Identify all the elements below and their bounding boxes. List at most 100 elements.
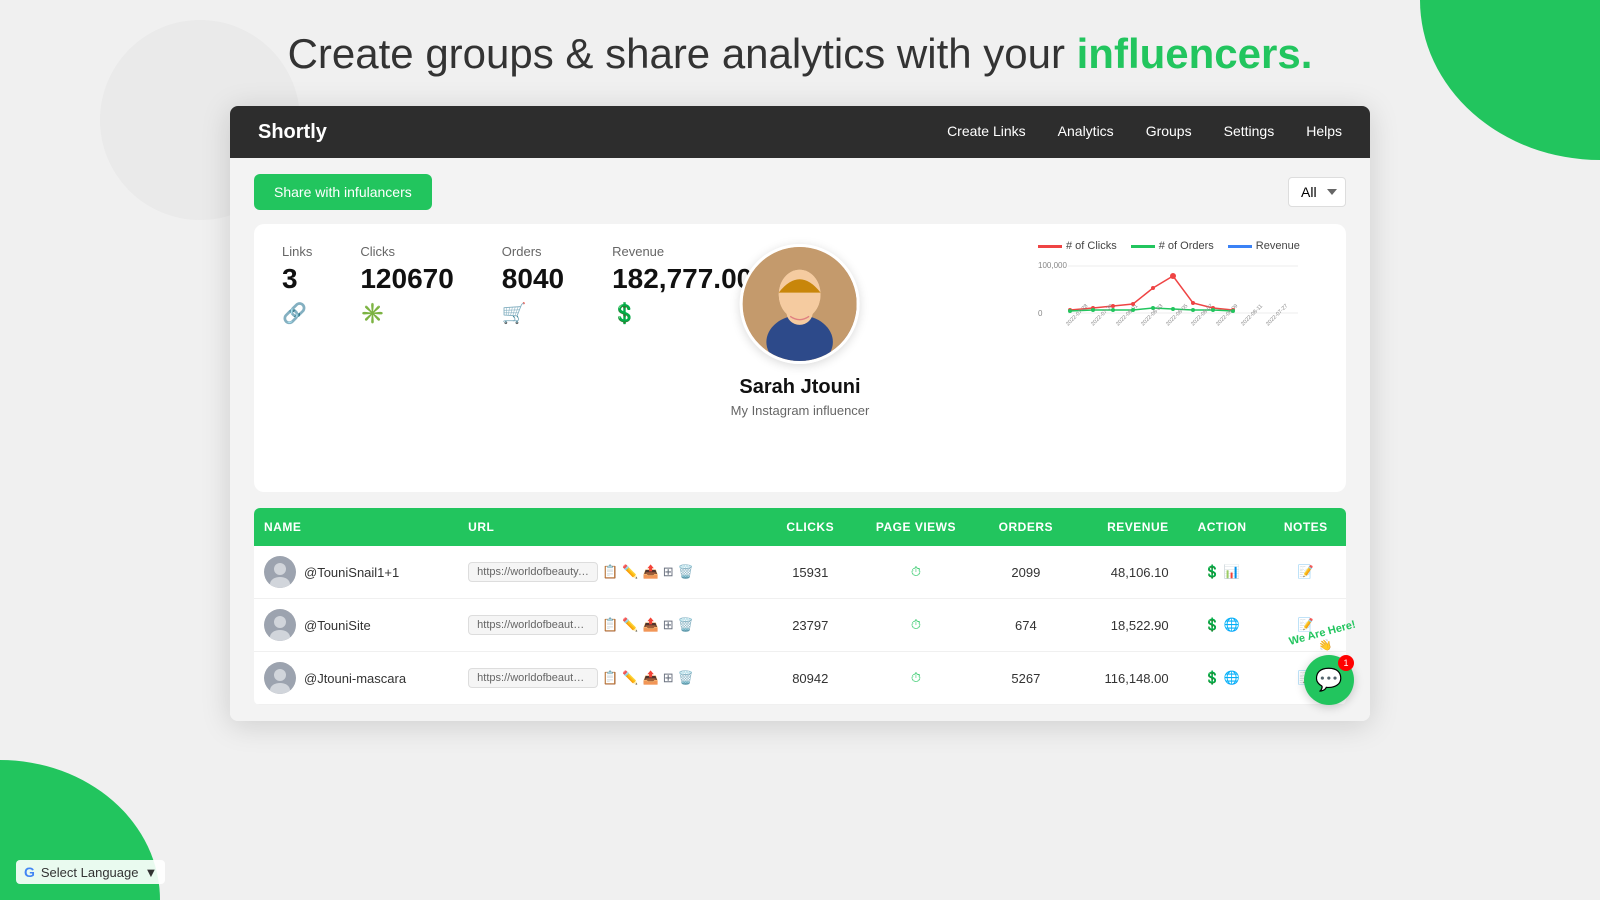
svg-text:2022-07-28: 2022-07-28 [1065, 303, 1089, 327]
chat-bubble-button[interactable]: 💬 1 [1304, 655, 1354, 705]
copy-icon-2[interactable]: 📋 [602, 617, 618, 633]
col-url: URL [458, 508, 767, 546]
chart-legend: # of Clicks # of Orders Revenue [1038, 240, 1318, 252]
copy-icon-3[interactable]: 📋 [602, 670, 618, 686]
copy-icon-1[interactable]: 📋 [602, 564, 618, 580]
app-window: Shortly Create Links Analytics Groups Se… [230, 106, 1370, 721]
action-revenue-icon-3[interactable]: 💲 [1204, 670, 1220, 685]
col-notes: NOTES [1266, 508, 1346, 546]
row1-revenue: 48,106.10 [1073, 546, 1179, 599]
delete-icon-2[interactable]: 🗑️ [678, 617, 694, 633]
row1-clicks: 15931 [768, 546, 853, 599]
row2-revenue: 18,522.90 [1073, 599, 1179, 652]
filter-select[interactable]: All [1288, 177, 1346, 207]
hero-title-highlight: influencers. [1077, 30, 1313, 77]
qr-icon-2[interactable]: ⊞ [663, 617, 674, 633]
brand-logo: Shortly [258, 121, 327, 144]
edit-icon-1[interactable]: ✏️ [622, 564, 638, 580]
row3-action: 💲 🌐 [1179, 652, 1266, 705]
row2-action: 💲 🌐 [1179, 599, 1266, 652]
profile-description: My Instagram influencer [731, 403, 870, 418]
influencer-avatar-1 [264, 556, 296, 588]
row1-notes: 📝 [1266, 546, 1346, 599]
navbar: Shortly Create Links Analytics Groups Se… [230, 106, 1370, 158]
edit-icon-3[interactable]: ✏️ [622, 670, 638, 686]
svg-text:2022-08-09: 2022-08-09 [1215, 303, 1239, 327]
url-cell-1: https://worldofbeauty.g... 📋 ✏️ 📤 ⊞ 🗑️ [468, 562, 757, 582]
action-chart-icon-1[interactable]: 📊 [1224, 564, 1240, 579]
legend-orders-label: # of Orders [1159, 240, 1214, 252]
qr-icon-3[interactable]: ⊞ [663, 670, 674, 686]
row1-name-text: @TouniSnail1+1 [304, 565, 399, 580]
svg-text:2022-08-11: 2022-08-11 [1240, 304, 1264, 328]
nav-item-settings[interactable]: Settings [1224, 123, 1275, 141]
clicks-value: 120670 [360, 263, 453, 295]
pageviews-icon-3: ⏱ [911, 670, 921, 685]
delete-icon-1[interactable]: 🗑️ [678, 564, 694, 580]
upload-icon-1[interactable]: 📤 [643, 564, 659, 580]
svg-text:2022-08-05: 2022-08-05 [1165, 303, 1189, 327]
upload-icon-3[interactable]: 📤 [643, 670, 659, 686]
notes-icon-1[interactable]: 📝 [1298, 564, 1314, 579]
nav-item-create-links[interactable]: Create Links [947, 123, 1026, 141]
qr-icon-1[interactable]: ⊞ [663, 564, 674, 580]
col-page-views: PAGE VIEWS [853, 508, 979, 546]
nav-link-analytics[interactable]: Analytics [1058, 123, 1114, 139]
language-selector[interactable]: G Select Language ▼ [16, 860, 165, 884]
url-cell-3: https://worldofbeautyme... 📋 ✏️ 📤 ⊞ 🗑️ [468, 668, 757, 688]
legend-revenue-label: Revenue [1256, 240, 1300, 252]
row3-orders: 5267 [979, 652, 1073, 705]
edit-icon-2[interactable]: ✏️ [622, 617, 638, 633]
google-logo: G [24, 864, 35, 880]
action-globe-icon-2[interactable]: 🌐 [1224, 617, 1240, 632]
links-value: 3 [282, 263, 312, 295]
nav-link-helps[interactable]: Helps [1306, 123, 1342, 139]
url-actions-3: 📋 ✏️ 📤 ⊞ 🗑️ [602, 670, 694, 686]
link-icon: 🔗 [282, 301, 312, 326]
legend-revenue: Revenue [1228, 240, 1300, 252]
row2-name: @TouniSite [254, 599, 458, 652]
profile-section: Sarah Jtouni My Instagram influencer [731, 244, 870, 418]
influencer-cell-3: @Jtouni-mascara [264, 662, 448, 694]
row3-clicks: 80942 [768, 652, 853, 705]
legend-clicks: # of Clicks [1038, 240, 1117, 252]
action-revenue-icon-1[interactable]: 💲 [1204, 564, 1220, 579]
nav-item-helps[interactable]: Helps [1306, 123, 1342, 141]
share-with-influencers-button[interactable]: Share with infulancers [254, 174, 432, 210]
language-label: Select Language [41, 865, 139, 880]
profile-name: Sarah Jtouni [739, 376, 860, 399]
influencer-cell-2: @TouniSite [264, 609, 448, 641]
influencer-cell-1: @TouniSnail1+1 [264, 556, 448, 588]
row1-action: 💲 📊 [1179, 546, 1266, 599]
top-bar: Share with infulancers All [254, 174, 1346, 210]
stat-orders: Orders 8040 🛒 [502, 244, 564, 326]
nav-item-analytics[interactable]: Analytics [1058, 123, 1114, 141]
analytics-chart: 100,000 0 2022-07-28 2022-07-30 202 [1038, 258, 1298, 328]
nav-link-create-links[interactable]: Create Links [947, 123, 1026, 139]
row2-pageviews: ⏱ [853, 599, 979, 652]
action-revenue-icon-2[interactable]: 💲 [1204, 617, 1220, 632]
pageviews-icon-2: ⏱ [911, 617, 921, 632]
col-revenue: REVENUE [1073, 508, 1179, 546]
row2-orders: 674 [979, 599, 1073, 652]
chart-area: # of Clicks # of Orders Revenue [1038, 240, 1318, 333]
main-content: Share with infulancers All Links 3 🔗 Cli… [230, 158, 1370, 721]
row3-name: @Jtouni-mascara [254, 652, 458, 705]
orders-label: Orders [502, 244, 564, 259]
wave-emoji: 👋 [1317, 638, 1333, 653]
url-actions-1: 📋 ✏️ 📤 ⊞ 🗑️ [602, 564, 694, 580]
nav-link-settings[interactable]: Settings [1224, 123, 1275, 139]
table-row: @TouniSnail1+1 https://worldofbeauty.g..… [254, 546, 1346, 599]
nav-links: Create Links Analytics Groups Settings H… [947, 123, 1342, 141]
delete-icon-3[interactable]: 🗑️ [678, 670, 694, 686]
action-globe-icon-3[interactable]: 🌐 [1224, 670, 1240, 685]
page-wrapper: Create groups & share analytics with you… [0, 0, 1600, 721]
row1-name: @TouniSnail1+1 [254, 546, 458, 599]
nav-link-groups[interactable]: Groups [1146, 123, 1192, 139]
row3-url: https://worldofbeautyme... 📋 ✏️ 📤 ⊞ 🗑️ [458, 652, 767, 705]
influencer-avatar-3 [264, 662, 296, 694]
nav-item-groups[interactable]: Groups [1146, 123, 1192, 141]
upload-icon-2[interactable]: 📤 [643, 617, 659, 633]
svg-text:100,000: 100,000 [1038, 261, 1067, 270]
stat-links: Links 3 🔗 [282, 244, 312, 326]
